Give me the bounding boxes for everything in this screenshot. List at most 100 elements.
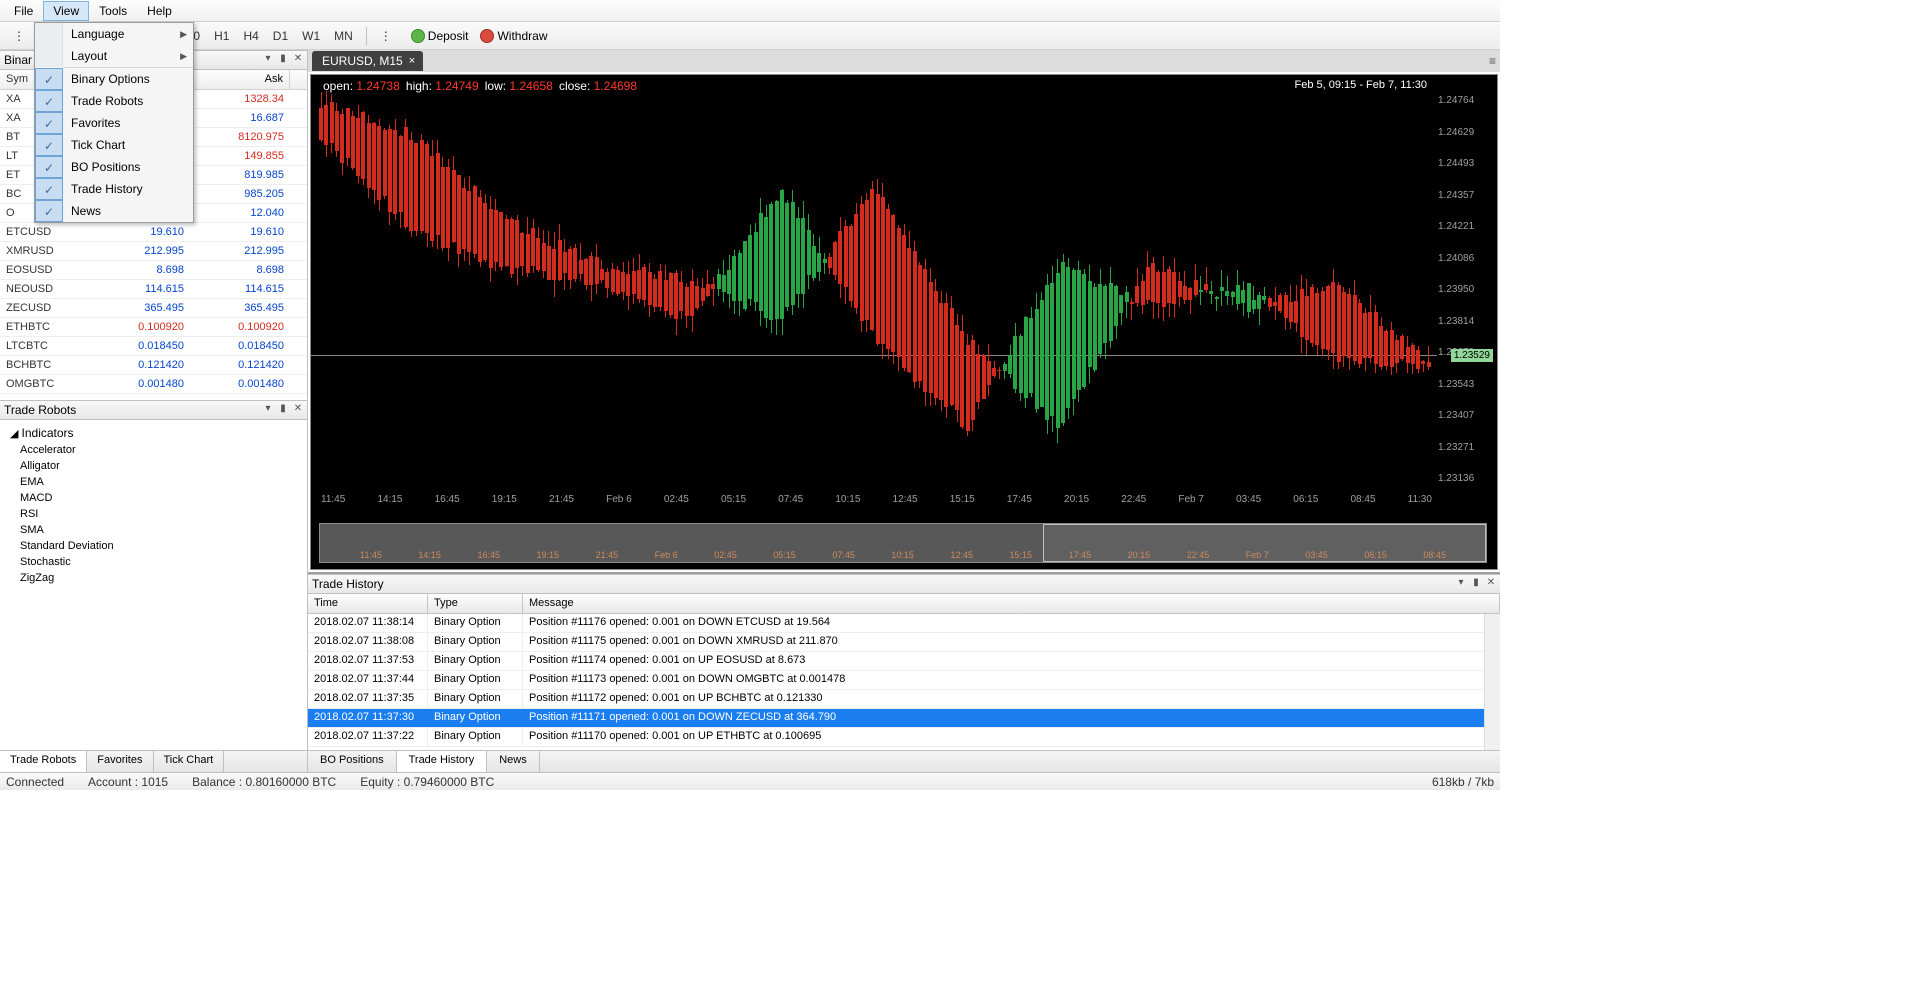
menu-help[interactable]: Help xyxy=(137,1,182,21)
status-net: 618kb / 7kb xyxy=(1432,775,1494,789)
timeframe-h4[interactable]: H4 xyxy=(236,26,265,46)
watchlist-row[interactable]: EOSUSD8.6988.698 xyxy=(0,261,307,280)
watchlist-row[interactable]: ZECUSD365.495365.495 xyxy=(0,299,307,318)
history-row[interactable]: 2018.02.07 11:38:08Binary OptionPosition… xyxy=(308,633,1500,652)
tab-trade-robots[interactable]: Trade Robots xyxy=(0,751,87,773)
panel-close-icon[interactable]: ✕ xyxy=(291,53,305,67)
col-time[interactable]: Time xyxy=(308,594,428,613)
tree-node[interactable]: Alligator xyxy=(6,458,301,474)
timeframe-d1[interactable]: D1 xyxy=(266,26,295,46)
tree-node[interactable]: MACD xyxy=(6,490,301,506)
view-dropdown: Language▶Layout▶✓Binary Options✓Trade Ro… xyxy=(34,22,194,223)
toolbar-icon-1[interactable]: ⋮ xyxy=(6,26,32,46)
y-axis: 1.247641.246291.244931.243571.242211.240… xyxy=(1438,95,1493,484)
menu-tools[interactable]: Tools xyxy=(89,1,137,21)
robots-tabs: Trade RobotsFavoritesTick Chart xyxy=(0,750,307,772)
toolbar-sep-icon[interactable]: ⋮ xyxy=(373,26,399,46)
right-column: EURUSD, M15 × ≡ open: 1.24738 high: 1.24… xyxy=(308,50,1500,772)
menuitem-layout[interactable]: Layout▶ xyxy=(35,45,193,67)
robots-title: Trade Robots ▾ ▮ ✕ xyxy=(0,400,307,420)
statusbar: Connected Account : 1015 Balance : 0.801… xyxy=(0,772,1500,790)
trade-robots-panel: Trade Robots ▾ ▮ ✕ ◢ Indicators Accelera… xyxy=(0,400,307,772)
tree-node[interactable]: Standard Deviation xyxy=(6,538,301,554)
col-ask[interactable]: Ask xyxy=(190,70,290,89)
status-connected: Connected xyxy=(6,775,64,789)
current-price-tag: 1.23529 xyxy=(1451,349,1493,362)
history-row[interactable]: 2018.02.07 11:37:44Binary OptionPosition… xyxy=(308,671,1500,690)
robots-tree[interactable]: ◢ Indicators AcceleratorAlligatorEMAMACD… xyxy=(0,420,307,750)
watchlist-row[interactable]: XMRUSD212.995212.995 xyxy=(0,242,307,261)
col-type[interactable]: Type xyxy=(428,594,523,613)
close-icon[interactable]: × xyxy=(409,55,415,67)
panel-close-icon[interactable]: ✕ xyxy=(1484,577,1498,591)
menuitem-favorites[interactable]: ✓Favorites xyxy=(35,112,193,134)
menubar: FileViewToolsHelp xyxy=(0,0,1500,22)
tree-node[interactable]: EMA xyxy=(6,474,301,490)
timeframe-h1[interactable]: H1 xyxy=(207,26,236,46)
panel-dropdown-icon[interactable]: ▾ xyxy=(261,403,275,417)
history-title: Trade History ▾ ▮ ✕ xyxy=(308,574,1500,594)
menuitem-language[interactable]: Language▶ xyxy=(35,23,193,45)
timeframe-w1[interactable]: W1 xyxy=(295,26,327,46)
tab-bo-positions[interactable]: BO Positions xyxy=(308,751,397,772)
trade-history-panel: Trade History ▾ ▮ ✕ Time Type Message 20… xyxy=(308,572,1500,772)
menuitem-trade-robots[interactable]: ✓Trade Robots xyxy=(35,90,193,112)
tree-node[interactable]: Stochastic xyxy=(6,554,301,570)
history-row[interactable]: 2018.02.07 11:37:53Binary OptionPosition… xyxy=(308,652,1500,671)
history-row[interactable]: 2018.02.07 11:37:22Binary OptionPosition… xyxy=(308,728,1500,747)
tab-trade-history[interactable]: Trade History xyxy=(397,751,488,772)
col-message[interactable]: Message xyxy=(523,594,1500,613)
menuitem-bo-positions[interactable]: ✓BO Positions xyxy=(35,156,193,178)
watchlist-row[interactable]: ETCUSD19.61019.610 xyxy=(0,223,307,242)
watchlist-row[interactable]: LTCBTC0.0184500.018450 xyxy=(0,337,307,356)
watchlist-row[interactable]: NEOUSD114.615114.615 xyxy=(0,280,307,299)
status-account: Account : 1015 xyxy=(88,775,168,789)
tree-node[interactable]: ZigZag xyxy=(6,570,301,586)
menu-file[interactable]: File xyxy=(4,1,43,21)
watchlist-row[interactable]: OMGBTC0.0014800.001480 xyxy=(0,375,307,394)
history-tabs: BO PositionsTrade HistoryNews xyxy=(308,750,1500,772)
status-equity: Equity : 0.79460000 BTC xyxy=(360,775,494,789)
panel-dropdown-icon[interactable]: ▾ xyxy=(261,53,275,67)
status-balance: Balance : 0.80160000 BTC xyxy=(192,775,336,789)
scrollbar[interactable] xyxy=(1484,614,1500,750)
panel-pin-icon[interactable]: ▮ xyxy=(1469,577,1483,591)
tab-news[interactable]: News xyxy=(487,751,540,772)
panel-close-icon[interactable]: ✕ xyxy=(291,403,305,417)
panel-pin-icon[interactable]: ▮ xyxy=(276,53,290,67)
menuitem-news[interactable]: ✓News xyxy=(35,200,193,222)
menuitem-binary-options[interactable]: ✓Binary Options xyxy=(35,68,193,90)
history-row[interactable]: 2018.02.07 11:37:30Binary OptionPosition… xyxy=(308,709,1500,728)
watchlist-row[interactable]: BCHBTC0.1214200.121420 xyxy=(0,356,307,375)
tree-node[interactable]: RSI xyxy=(6,506,301,522)
tab-favorites[interactable]: Favorites xyxy=(87,751,153,772)
chart-tabs-menu-icon[interactable]: ≡ xyxy=(1489,54,1496,68)
menu-view[interactable]: View xyxy=(43,1,89,21)
watchlist-row[interactable]: ETHBTC0.1009200.100920 xyxy=(0,318,307,337)
withdraw-button[interactable]: Withdraw xyxy=(480,29,547,43)
withdraw-icon xyxy=(480,29,494,43)
tab-tick-chart[interactable]: Tick Chart xyxy=(154,751,225,772)
tree-node[interactable]: Accelerator xyxy=(6,442,301,458)
tree-root[interactable]: ◢ Indicators xyxy=(6,424,301,442)
timeframe-mn[interactable]: MN xyxy=(327,26,360,46)
history-row[interactable]: 2018.02.07 11:37:35Binary OptionPosition… xyxy=(308,690,1500,709)
chart-tab[interactable]: EURUSD, M15 × xyxy=(312,51,423,71)
chart-navigator[interactable]: 11:4514:1516:4519:1521:45Feb 602:4505:15… xyxy=(319,523,1487,563)
chart-area[interactable]: open: 1.24738 high: 1.24749 low: 1.24658… xyxy=(310,74,1498,570)
panel-dropdown-icon[interactable]: ▾ xyxy=(1454,577,1468,591)
tree-node[interactable]: SMA xyxy=(6,522,301,538)
date-range: Feb 5, 09:15 - Feb 7, 11:30 xyxy=(1295,79,1428,91)
ohlc-info: open: 1.24738 high: 1.24749 low: 1.24658… xyxy=(323,79,637,93)
deposit-icon xyxy=(411,29,425,43)
toolbar: ⋮ ✉ M1M5M15M30H1H4D1W1MN ⋮ Deposit Withd… xyxy=(0,22,1500,50)
menuitem-tick-chart[interactable]: ✓Tick Chart xyxy=(35,134,193,156)
panel-pin-icon[interactable]: ▮ xyxy=(276,403,290,417)
history-header: Time Type Message xyxy=(308,594,1500,614)
deposit-button[interactable]: Deposit xyxy=(411,29,469,43)
history-row[interactable]: 2018.02.07 11:38:14Binary OptionPosition… xyxy=(308,614,1500,633)
history-grid[interactable]: Time Type Message 2018.02.07 11:38:14Bin… xyxy=(308,594,1500,750)
menuitem-trade-history[interactable]: ✓Trade History xyxy=(35,178,193,200)
candlestick-series xyxy=(319,100,1432,489)
chart-tab-label: EURUSD, M15 xyxy=(322,54,403,68)
